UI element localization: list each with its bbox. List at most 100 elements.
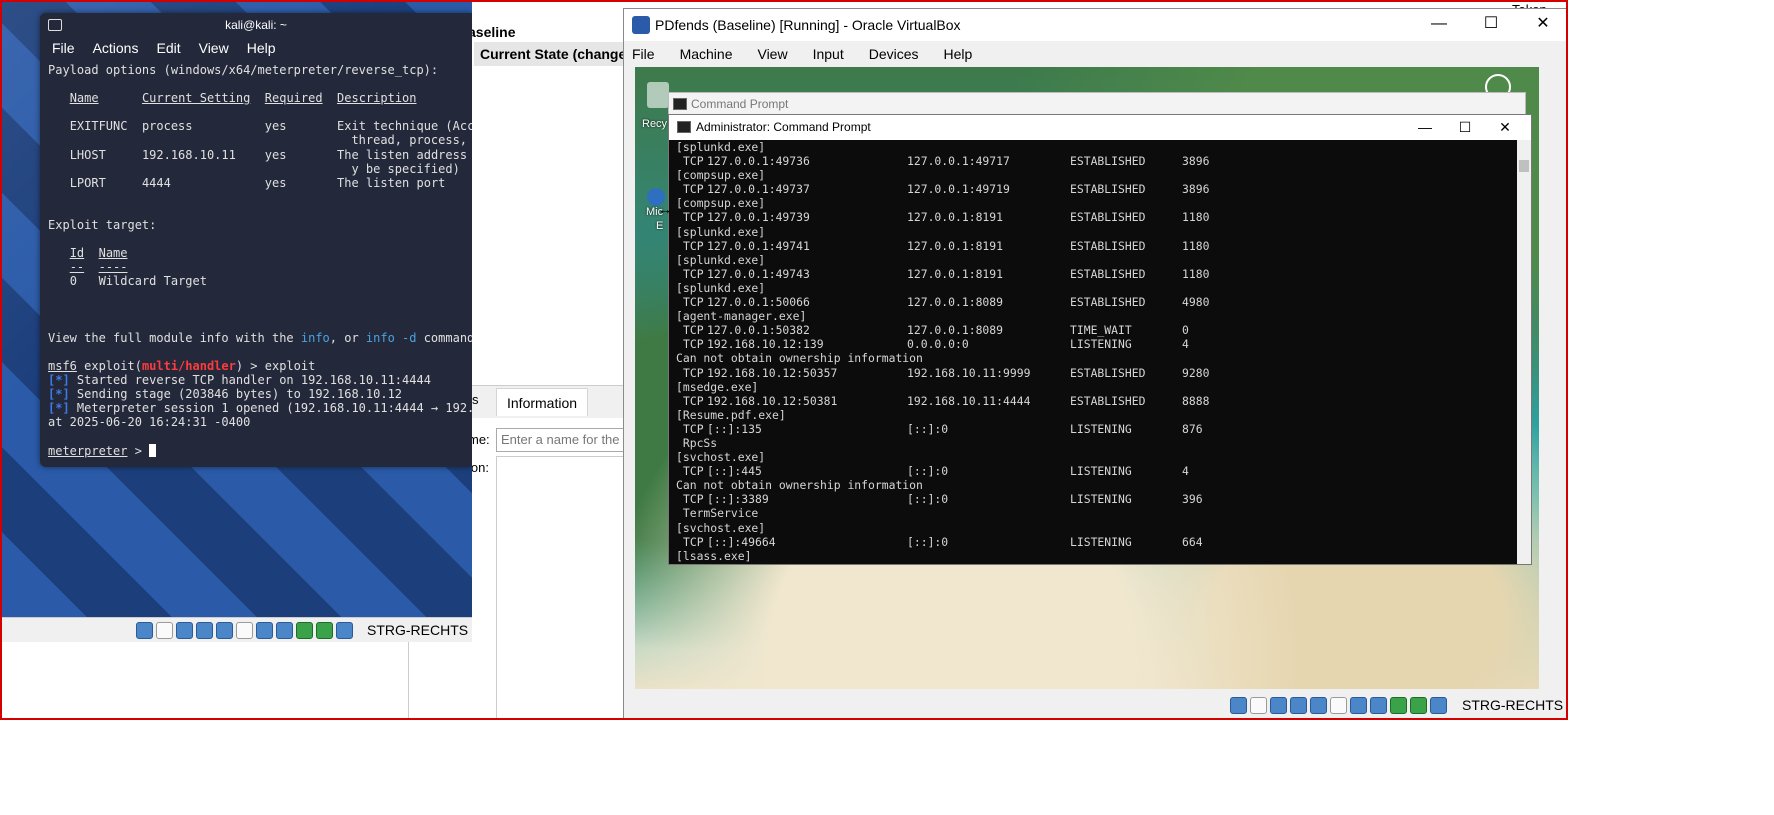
- snapshot-description-field[interactable]: [496, 456, 636, 718]
- process-name: [Resume.pdf.exe]: [676, 407, 786, 422]
- recycle-bin-icon[interactable]: [647, 82, 669, 108]
- menu-machine[interactable]: Machine: [680, 46, 733, 62]
- netstat-line: RpcSs: [676, 436, 1516, 450]
- hard-disk-icon[interactable]: [1230, 697, 1247, 714]
- local-address: 127.0.0.1:49737: [707, 182, 810, 197]
- shared-folders-icon[interactable]: [1330, 697, 1347, 714]
- cmd-scrollbar[interactable]: [1517, 140, 1531, 564]
- display-icon[interactable]: [256, 622, 273, 639]
- menu-view[interactable]: View: [757, 46, 787, 62]
- opt-desc: Exit technique (Acce: [337, 119, 472, 134]
- netstat-line: Can not obtain ownership information: [676, 351, 1516, 365]
- protocol: TCP: [683, 421, 704, 436]
- menu-file[interactable]: File: [632, 46, 655, 62]
- local-address: 127.0.0.1:50066: [707, 295, 810, 310]
- col-name: Name: [69, 91, 99, 106]
- window-title: PDfends (Baseline) [Running] - Oracle Vi…: [655, 17, 961, 33]
- mouse-integration-icon[interactable]: [316, 622, 333, 639]
- foreign-address: 127.0.0.1:8191: [907, 210, 1004, 225]
- terminal-window[interactable]: kali@kali: ~ File Actions Edit View Help…: [40, 13, 472, 467]
- protocol: TCP: [683, 393, 704, 408]
- usb-icon[interactable]: [1310, 697, 1327, 714]
- pid: 396: [1182, 492, 1203, 507]
- minimize-button[interactable]: —: [1405, 115, 1445, 140]
- optical-drive-icon[interactable]: [1250, 697, 1267, 714]
- process-name: TermService: [676, 506, 759, 521]
- terminal-menubar: File Actions Edit View Help: [52, 40, 276, 56]
- menu-help[interactable]: Help: [944, 46, 973, 62]
- opt-desc: y be specified): [351, 161, 460, 176]
- foreign-address: 192.168.10.11:4444: [907, 393, 1031, 408]
- audio-icon[interactable]: [176, 622, 193, 639]
- usb-icon[interactable]: [216, 622, 233, 639]
- netstat-output[interactable]: [splunkd.exe] TCP 127.0.0.1:49736 127.0.0.1…: [676, 140, 1516, 563]
- background-cmd-window[interactable]: Command Prompt: [668, 92, 1526, 116]
- foreign-address: [::]:0: [907, 492, 949, 507]
- tab-information[interactable]: Information: [496, 388, 588, 416]
- terminal-title: kali@kali: ~: [225, 18, 287, 32]
- netstat-line: [svchost.exe]: [676, 450, 1516, 464]
- network-icon[interactable]: [196, 622, 213, 639]
- opt-setting: 192.168.10.11: [141, 147, 236, 162]
- terminal-output[interactable]: Payload options (windows/x64/meterpreter…: [48, 63, 472, 458]
- host-key-label: STRG-RECHTS: [367, 622, 469, 638]
- netstat-line: TCP [::]:135 [::]:0 LISTENING 876: [676, 422, 1516, 436]
- shared-folders-icon[interactable]: [236, 622, 253, 639]
- connection-state: ESTABLISHED: [1070, 238, 1146, 253]
- current-state-item[interactable]: Current State (changed: [474, 42, 635, 66]
- bg-cmd-title: Command Prompt: [691, 97, 789, 111]
- protocol: TCP: [683, 266, 704, 281]
- pid: 8888: [1182, 393, 1210, 408]
- menu-view[interactable]: View: [199, 40, 229, 56]
- cpu-icon[interactable]: [296, 622, 313, 639]
- foreign-address: [::]:0: [907, 464, 949, 479]
- display-icon[interactable]: [1350, 697, 1367, 714]
- protocol: TCP: [683, 238, 704, 253]
- virtualbox-icon: [632, 16, 650, 34]
- netstat-line: TCP [::]:445 [::]:0 LISTENING 4: [676, 464, 1516, 478]
- process-name: [splunkd.exe]: [676, 224, 766, 239]
- video-capture-icon[interactable]: [276, 622, 293, 639]
- close-button[interactable]: ✕: [1517, 9, 1566, 39]
- menu-actions[interactable]: Actions: [93, 40, 139, 56]
- foreign-address: 127.0.0.1:49717: [907, 154, 1010, 169]
- video-capture-icon[interactable]: [1370, 697, 1387, 714]
- process-name: [splunkd.exe]: [676, 140, 766, 154]
- menu-file[interactable]: File: [52, 40, 75, 56]
- vm-scrollbar[interactable]: [1539, 67, 1553, 689]
- network-icon[interactable]: [1290, 697, 1307, 714]
- cmd-title: Administrator: Command Prompt: [696, 120, 871, 134]
- local-address: 127.0.0.1:49736: [707, 154, 810, 169]
- scrollbar-thumb[interactable]: [1519, 160, 1529, 172]
- maximize-button[interactable]: ☐: [1445, 115, 1485, 140]
- tab-attributes[interactable]: s: [472, 392, 479, 407]
- screenshot-frame: aseline Current State (changed s Informa…: [0, 0, 1568, 720]
- process-name: [compsup.exe]: [676, 168, 766, 183]
- keyboard-icon[interactable]: [1430, 697, 1447, 714]
- menu-help[interactable]: Help: [247, 40, 276, 56]
- col-target-name: Name: [98, 246, 128, 261]
- snapshot-name-input[interactable]: Enter a name for the: [496, 428, 636, 452]
- foreign-address: 192.168.10.11:9999: [907, 365, 1031, 380]
- kali-vm-statusbar: STRG-RECHTS: [2, 617, 472, 642]
- connection-state: LISTENING: [1070, 421, 1132, 436]
- admin-cmd-window[interactable]: Administrator: Command Prompt — ☐ ✕ [spl…: [668, 114, 1532, 565]
- menu-devices[interactable]: Devices: [869, 46, 919, 62]
- maximize-button[interactable]: ☐: [1465, 9, 1517, 39]
- text-cursor[interactable]: [149, 443, 157, 457]
- close-button[interactable]: ✕: [1485, 115, 1525, 140]
- process-name: [msedge.exe]: [676, 379, 759, 394]
- keyboard-icon[interactable]: [336, 622, 353, 639]
- process-name: Can not obtain ownership information: [676, 351, 923, 366]
- cpu-icon[interactable]: [1390, 697, 1407, 714]
- menu-input[interactable]: Input: [813, 46, 844, 62]
- foreign-address: 127.0.0.1:8191: [907, 238, 1004, 253]
- minimize-button[interactable]: —: [1413, 9, 1465, 39]
- hard-disk-icon[interactable]: [136, 622, 153, 639]
- process-name: Can not obtain ownership information: [676, 478, 923, 493]
- menu-edit[interactable]: Edit: [156, 40, 180, 56]
- audio-icon[interactable]: [1270, 697, 1287, 714]
- local-address: 127.0.0.1:50382: [707, 323, 810, 338]
- mouse-integration-icon[interactable]: [1410, 697, 1427, 714]
- optical-drive-icon[interactable]: [156, 622, 173, 639]
